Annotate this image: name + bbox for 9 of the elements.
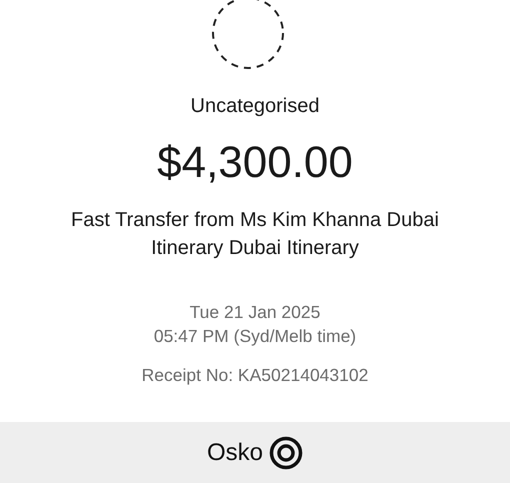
amount: $4,300.00 <box>157 138 353 188</box>
brand-name: Osko <box>206 438 263 466</box>
receipt-number: Receipt No: KA50214043102 <box>142 364 368 387</box>
transaction-date: Tue 21 Jan 2025 <box>190 301 320 324</box>
transaction-time: 05:47 PM (Syd/Melb time) <box>154 325 356 348</box>
transaction-description: Fast Transfer from Ms Kim Khanna Dubai Itinerary Dubai Itinerary <box>70 208 440 261</box>
category-icon <box>210 0 286 71</box>
ring-logo-icon <box>269 436 303 470</box>
category-label: Uncategorised <box>190 95 320 118</box>
